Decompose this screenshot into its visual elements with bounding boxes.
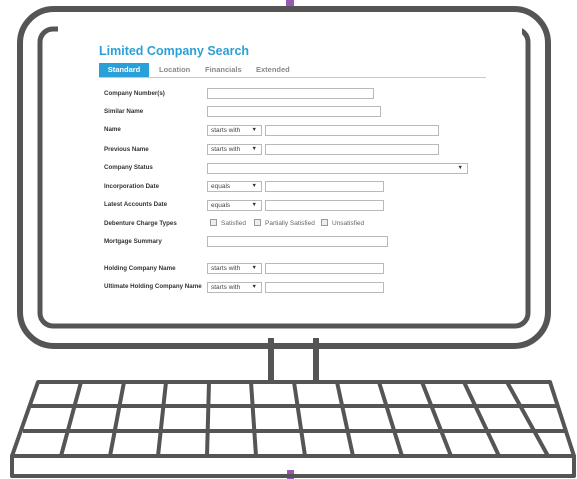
- keyboard: [10, 380, 576, 478]
- tab-financials[interactable]: Financials: [205, 63, 242, 77]
- ultimate-holding-company-name-input[interactable]: [265, 282, 384, 293]
- holding-company-mode-value: starts with: [211, 265, 241, 272]
- page-title: Limited Company Search: [99, 44, 250, 58]
- triangle-down-icon: ▼: [251, 127, 257, 133]
- tab-location[interactable]: Location: [159, 63, 190, 77]
- latest-accounts-date-mode-select[interactable]: equals ▼: [207, 200, 262, 211]
- triangle-down-icon: ▼: [251, 202, 257, 208]
- triangle-down-icon: ▼: [251, 183, 257, 189]
- company-status-select[interactable]: ▼: [207, 163, 468, 174]
- incorporation-date-mode-select[interactable]: equals ▼: [207, 181, 262, 192]
- satisfied-label: Satisfied: [221, 220, 246, 227]
- tab-bar: Standard Location Financials Extended: [99, 63, 486, 78]
- tab-standard[interactable]: Standard: [99, 63, 149, 77]
- mortgage-summary-label: Mortgage Summary: [104, 238, 162, 245]
- debenture-charge-types-label: Debenture Charge Types: [104, 220, 177, 227]
- incorporation-date-input[interactable]: [265, 181, 384, 192]
- checkbox-icon: [321, 219, 328, 226]
- ultimate-holding-company-mode-select[interactable]: starts with ▼: [207, 282, 262, 293]
- triangle-down-icon: ▼: [251, 265, 257, 271]
- name-label: Name: [104, 126, 121, 133]
- checkbox-icon: [210, 219, 217, 226]
- holding-company-name-input[interactable]: [265, 263, 384, 274]
- previous-name-mode-select[interactable]: starts with ▼: [207, 144, 262, 155]
- previous-name-label: Previous Name: [104, 146, 149, 153]
- partially-satisfied-label: Partially Satisfied: [265, 220, 315, 227]
- incorporation-date-mode-value: equals: [211, 183, 231, 190]
- name-mode-select[interactable]: starts with ▼: [207, 125, 262, 136]
- triangle-down-icon: ▼: [457, 165, 463, 171]
- similar-name-label: Similar Name: [104, 108, 144, 115]
- mortgage-summary-input[interactable]: [207, 236, 388, 247]
- search-screen: Limited Company Search Standard Location…: [58, 26, 522, 318]
- company-status-label: Company Status: [104, 164, 153, 171]
- unsatisfied-label: Unsatisfied: [332, 220, 365, 227]
- previous-name-input[interactable]: [265, 144, 439, 155]
- satisfied-checkbox[interactable]: Satisfied: [210, 219, 246, 228]
- latest-accounts-date-mode-value: equals: [211, 202, 231, 209]
- unsatisfied-checkbox[interactable]: Unsatisfied: [321, 219, 364, 228]
- ultimate-holding-company-name-label: Ultimate Holding Company Name: [104, 283, 202, 290]
- company-numbers-input[interactable]: [207, 88, 374, 99]
- holding-company-name-label: Holding Company Name: [104, 265, 176, 272]
- latest-accounts-date-label: Latest Accounts Date: [104, 201, 168, 208]
- incorporation-date-label: Incorporation Date: [104, 183, 160, 190]
- similar-name-input[interactable]: [207, 106, 381, 117]
- company-numbers-label: Company Number(s): [104, 90, 165, 97]
- checkbox-icon: [254, 219, 261, 226]
- triangle-down-icon: ▼: [251, 284, 257, 290]
- latest-accounts-date-input[interactable]: [265, 200, 384, 211]
- partially-satisfied-checkbox[interactable]: Partially Satisfied: [254, 219, 315, 228]
- triangle-down-icon: ▼: [251, 146, 257, 152]
- holding-company-mode-select[interactable]: starts with ▼: [207, 263, 262, 274]
- name-mode-value: starts with: [211, 127, 241, 134]
- ultimate-holding-company-mode-value: starts with: [211, 284, 241, 291]
- tab-extended[interactable]: Extended: [256, 63, 290, 77]
- previous-name-mode-value: starts with: [211, 146, 241, 153]
- name-input[interactable]: [265, 125, 439, 136]
